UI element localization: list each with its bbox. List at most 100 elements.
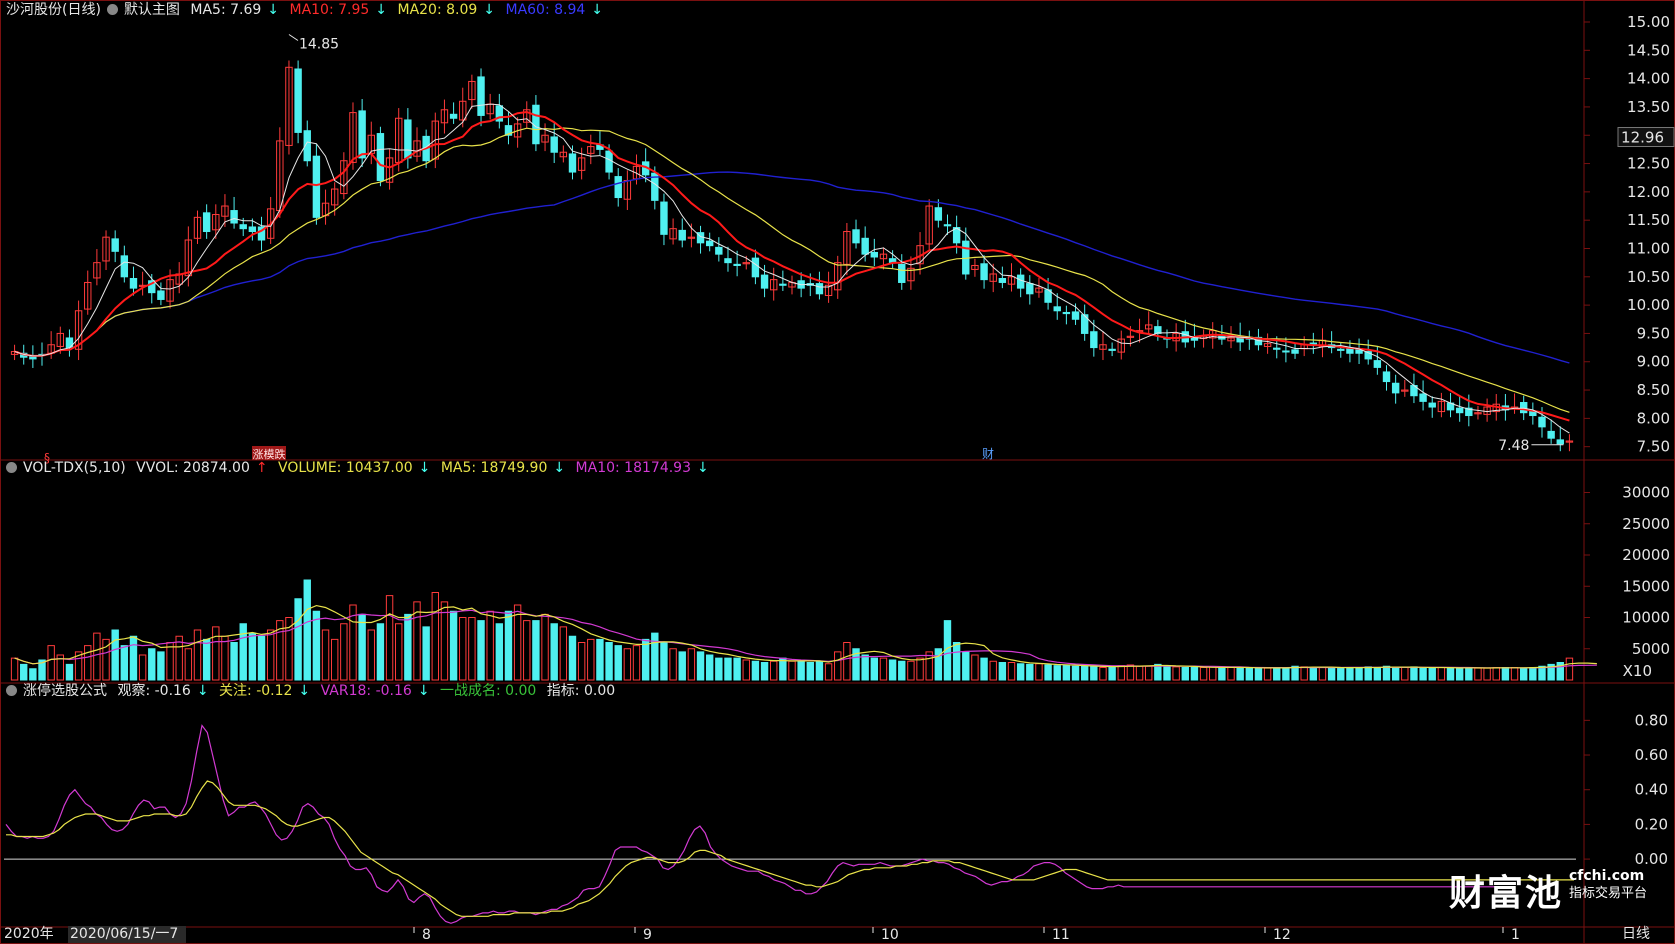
volume-bar <box>1035 663 1043 681</box>
volume-panel[interactable] <box>10 579 1597 681</box>
volume-bar <box>1080 665 1089 681</box>
candle <box>898 263 906 283</box>
volume-bar <box>742 659 750 681</box>
price-tick-label: 12.00 <box>1627 183 1670 201</box>
volume-bar <box>843 642 851 681</box>
candle <box>230 210 238 224</box>
volume-tick-label: 20000 <box>1622 546 1670 564</box>
vol-name[interactable]: VOL-TDX(5,10) <box>23 460 126 476</box>
volume-bar <box>952 642 961 681</box>
volume-bar <box>523 620 531 681</box>
volume-bar <box>1282 667 1290 681</box>
volume-bar <box>770 660 778 681</box>
volume-bar <box>916 657 924 681</box>
down-arrow-icon: ↓ <box>483 2 496 18</box>
candle <box>1547 430 1555 439</box>
candle <box>568 153 577 173</box>
candle <box>760 274 769 289</box>
volume-bar <box>47 645 55 681</box>
volume-tick-label: 10000 <box>1622 609 1670 627</box>
volume-bar <box>1327 667 1336 681</box>
volume-bar <box>541 613 549 681</box>
volume-bar <box>1044 664 1052 681</box>
volume-bar <box>1145 665 1153 681</box>
volume-bar <box>596 638 604 681</box>
volume-bar <box>651 632 659 681</box>
var18-label: VAR18: -0.16 <box>320 683 412 699</box>
volume-bar <box>1154 663 1162 681</box>
volume-bar <box>715 657 723 681</box>
main-title[interactable]: 沙河股份(日线) <box>6 2 101 18</box>
price-tick-label: 14.00 <box>1627 70 1670 88</box>
candle <box>660 201 668 235</box>
volume-bar <box>1483 667 1491 681</box>
vol-ma5-label: MA5: 18749.90 <box>440 460 548 476</box>
focus-label: 关注: -0.12 <box>219 683 293 699</box>
volume-bar <box>184 648 193 681</box>
volume-header: VOL-TDX(5,10) VVOL: 20874.00 ↑ VOLUME: 10… <box>6 458 715 478</box>
volume-bar <box>330 638 339 681</box>
candle <box>724 258 732 264</box>
price-tick-label: 12.50 <box>1627 155 1670 173</box>
volume-bar <box>568 635 577 681</box>
index-label: 指标: 0.00 <box>546 683 616 699</box>
volume-bar <box>532 620 540 681</box>
volume-bar <box>148 648 156 681</box>
volume-bar <box>1062 664 1071 681</box>
ind-name[interactable]: 涨停选股公式 <box>23 683 107 699</box>
volume-bar <box>1053 665 1061 681</box>
volume-bar <box>1026 663 1034 681</box>
indicator-panel[interactable] <box>4 724 1576 924</box>
volume-bar <box>1318 667 1327 681</box>
ma10-line <box>14 110 1570 422</box>
candle <box>779 283 787 286</box>
volume-bar <box>1273 667 1281 681</box>
ma5-label: MA5: 7.69 <box>190 2 262 18</box>
volume-bar <box>1346 667 1354 681</box>
volume-bar <box>1519 667 1528 681</box>
volume-bar <box>1565 657 1574 681</box>
down-arrow-icon: ↓ <box>553 460 566 476</box>
candle <box>358 110 366 159</box>
main-header: 沙河股份(日线) 默认主图 MA5: 7.69 ↓ MA10: 7.95 ↓ MA20… <box>6 0 609 20</box>
candle <box>1053 306 1061 312</box>
price-panel[interactable]: 14.857.48§ 涨模跌财 <box>10 34 1574 465</box>
candle <box>129 278 138 289</box>
settings-icon[interactable] <box>6 685 17 696</box>
volume-bar <box>797 660 805 681</box>
volume-bar <box>1236 667 1244 681</box>
indicator-tick-label: 0.60 <box>1635 746 1668 764</box>
volume-bar <box>696 651 705 681</box>
volume-bar <box>1501 667 1510 681</box>
price-tick-label: 8.00 <box>1637 409 1670 427</box>
volume-bar <box>1428 667 1436 681</box>
candle <box>733 263 741 266</box>
volume-bar <box>815 660 824 681</box>
candle <box>1382 371 1391 383</box>
volume-bar <box>376 623 385 681</box>
price-tick-label: 9.00 <box>1637 353 1670 371</box>
volume-label: VOLUME: 10437.00 <box>278 460 413 476</box>
price-tick-label: 14.50 <box>1627 41 1670 59</box>
candle <box>1016 274 1025 289</box>
volume-bar <box>834 651 842 681</box>
volume-bar <box>422 626 430 681</box>
main-mode[interactable]: 默认主图 <box>124 2 180 18</box>
volume-bar <box>1227 667 1235 681</box>
volume-bar <box>1254 667 1263 681</box>
candle <box>449 113 458 119</box>
volume-bar <box>1245 667 1254 681</box>
price-tick-label: 10.00 <box>1627 296 1670 314</box>
volume-bar <box>1410 666 1418 681</box>
candle <box>815 283 824 295</box>
settings-icon[interactable] <box>6 462 17 473</box>
month-label: 11 <box>1052 927 1070 943</box>
volume-bar <box>550 623 558 681</box>
volume-tick-label: 15000 <box>1622 577 1670 595</box>
volume-bar <box>1291 665 1299 681</box>
month-label: 8 <box>422 927 431 943</box>
volume-bar <box>340 623 348 681</box>
settings-icon[interactable] <box>106 4 118 15</box>
volume-bar <box>724 657 732 681</box>
volume-bar <box>303 579 311 681</box>
